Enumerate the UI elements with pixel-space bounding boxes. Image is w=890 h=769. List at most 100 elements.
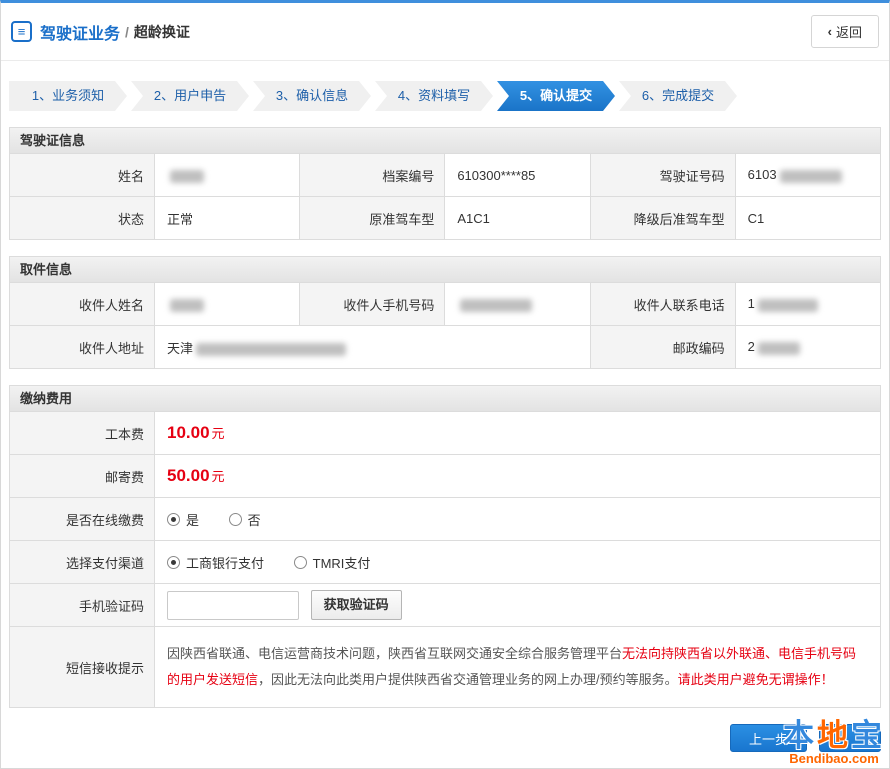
payment-channel-icbc-radio[interactable]: 工商银行支付: [167, 553, 264, 572]
page-title-primary: 驾驶证业务: [40, 20, 120, 44]
step-1-notice[interactable]: 1、业务须知: [9, 81, 127, 111]
redacted-recipient-name: [170, 299, 204, 312]
step-5-confirm-submit[interactable]: 5、确认提交: [497, 81, 615, 111]
notice-segment: ，因此无法向此类用户提供陕西省交通管理业务的网上办理/预约等服务。: [258, 672, 678, 687]
sms-notice-label: 短信接收提示: [10, 627, 155, 708]
payment-channel-icbc-label: 工商银行支付: [186, 553, 264, 572]
redacted-recipient-address: [196, 343, 346, 356]
back-button-label: 返回: [836, 22, 862, 41]
table-row: 状态 正常 原准驾车型 A1C1 降级后准驾车型 C1: [10, 197, 881, 240]
step-4-fill-data[interactable]: 4、资料填写: [375, 81, 493, 111]
table-row: 收件人地址 天津 邮政编码 2: [10, 326, 881, 369]
back-button[interactable]: ‹ 返回: [811, 15, 879, 48]
recipient-tel-value: 1: [735, 283, 880, 326]
fees-section: 缴纳费用 工本费 10.00元 邮寄费 50.00元 是否在线缴费: [9, 385, 881, 708]
step-6-finish-submit[interactable]: 6、完成提交: [619, 81, 737, 111]
table-row: 姓名 档案编号 610300****85 驾驶证号码 6103: [10, 154, 881, 197]
online-payment-yes-label: 是: [186, 510, 199, 529]
page-title-secondary: 超龄换证: [134, 22, 190, 42]
payment-channel-tmri-label: TMRI支付: [313, 553, 371, 572]
status-value: 正常: [155, 197, 300, 240]
downgraded-vehicle-type-value: C1: [735, 197, 880, 240]
production-fee-amount: 10.00: [167, 423, 210, 442]
table-row: 是否在线缴费 是 否: [10, 498, 881, 541]
production-fee-label: 工本费: [10, 412, 155, 455]
production-fee-value: 10.00元: [155, 412, 881, 455]
status-label: 状态: [10, 197, 155, 240]
name-value: [155, 154, 300, 197]
pickup-info-table: 收件人姓名 收件人手机号码 收件人联系电话 1 收件人地址 天津 邮政编码 2: [9, 282, 881, 369]
watermark-domain: Bendibao.com: [783, 751, 885, 766]
payment-channel-options: 工商银行支付 TMRI支付: [155, 541, 881, 584]
radio-checked-icon: [167, 513, 180, 526]
step-wizard: 1、业务须知 2、用户申告 3、确认信息 4、资料填写 5、确认提交 6、完成提…: [9, 81, 881, 111]
redacted-recipient-mobile: [460, 299, 532, 312]
pickup-section-title: 取件信息: [9, 256, 881, 282]
mailing-fee-unit: 元: [212, 469, 225, 484]
production-fee-unit: 元: [212, 426, 225, 441]
downgraded-vehicle-type-label: 降级后准驾车型: [590, 197, 735, 240]
table-row: 选择支付渠道 工商银行支付 TMRI支付: [10, 541, 881, 584]
table-row: 工本费 10.00元: [10, 412, 881, 455]
radio-unchecked-icon: [294, 556, 307, 569]
verification-code-label: 手机验证码: [10, 584, 155, 627]
radio-unchecked-icon: [229, 513, 242, 526]
notice-segment: 因陕西省联通、电信运营商技术问题，陕西省互联网交通安全综合服务管理平台: [167, 646, 622, 661]
table-row: 短信接收提示 因陕西省联通、电信运营商技术问题，陕西省互联网交通安全综合服务管理…: [10, 627, 881, 708]
online-payment-no-radio[interactable]: 否: [229, 510, 261, 529]
license-info-section: 驾驶证信息 姓名 档案编号 610300****85 驾驶证号码 6103 状态…: [9, 127, 881, 240]
form-icon: ≡: [11, 21, 32, 42]
verification-code-input[interactable]: [167, 591, 299, 620]
payment-channel-label: 选择支付渠道: [10, 541, 155, 584]
payment-channel-tmri-radio[interactable]: TMRI支付: [294, 553, 371, 572]
license-info-table: 姓名 档案编号 610300****85 驾驶证号码 6103 状态 正常 原准…: [9, 153, 881, 240]
recipient-name-label: 收件人姓名: [10, 283, 155, 326]
recipient-mobile-value: [445, 283, 590, 326]
name-label: 姓名: [10, 154, 155, 197]
previous-step-button[interactable]: 上一步: [730, 724, 807, 752]
recipient-name-value: [155, 283, 300, 326]
radio-checked-icon: [167, 556, 180, 569]
redacted-postal-code: [758, 342, 800, 355]
title-separator: /: [125, 24, 129, 40]
online-payment-options: 是 否: [155, 498, 881, 541]
verification-code-cell: 获取验证码: [155, 584, 881, 627]
license-number-value: 6103: [735, 154, 880, 197]
sms-notice-text: 因陕西省联通、电信运营商技术问题，陕西省互联网交通安全综合服务管理平台无法向持陕…: [155, 627, 881, 708]
recipient-mobile-label: 收件人手机号码: [300, 283, 445, 326]
mailing-fee-value: 50.00元: [155, 455, 881, 498]
notice-segment-red: 请此类用户避免无谓操作！: [678, 672, 834, 687]
mailing-fee-label: 邮寄费: [10, 455, 155, 498]
postal-code-value: 2: [735, 326, 880, 369]
mailing-fee-amount: 50.00: [167, 466, 210, 485]
recipient-tel-label: 收件人联系电话: [590, 283, 735, 326]
recipient-address-value: 天津: [155, 326, 591, 369]
pickup-info-section: 取件信息 收件人姓名 收件人手机号码 收件人联系电话 1 收件人地址 天津 邮政…: [9, 256, 881, 369]
online-payment-label: 是否在线缴费: [10, 498, 155, 541]
online-payment-no-label: 否: [248, 510, 261, 529]
page: ≡ 驾驶证业务 / 超龄换证 ‹ 返回 1、业务须知 2、用户申告 3、确认信息…: [0, 0, 890, 769]
step-2-declaration[interactable]: 2、用户申告: [131, 81, 249, 111]
chevron-left-icon: ‹: [828, 24, 832, 39]
fees-section-title: 缴纳费用: [9, 385, 881, 411]
redacted-license-number: [780, 170, 842, 183]
file-number-label: 档案编号: [300, 154, 445, 197]
table-row: 邮寄费 50.00元: [10, 455, 881, 498]
original-vehicle-type-label: 原准驾车型: [300, 197, 445, 240]
file-number-value: 610300****85: [445, 154, 590, 197]
license-number-label: 驾驶证号码: [590, 154, 735, 197]
fees-table: 工本费 10.00元 邮寄费 50.00元 是否在线缴费 是: [9, 411, 881, 708]
redacted-recipient-tel: [758, 299, 818, 312]
titlebar: ≡ 驾驶证业务 / 超龄换证 ‹ 返回: [1, 3, 889, 61]
footer-actions: 上一步: [9, 724, 881, 752]
step-3-confirm-info[interactable]: 3、确认信息: [253, 81, 371, 111]
online-payment-yes-radio[interactable]: 是: [167, 510, 199, 529]
submit-button[interactable]: [819, 724, 881, 752]
get-verification-code-button[interactable]: 获取验证码: [311, 590, 402, 620]
original-vehicle-type-value: A1C1: [445, 197, 590, 240]
table-row: 手机验证码 获取验证码: [10, 584, 881, 627]
table-row: 收件人姓名 收件人手机号码 收件人联系电话 1: [10, 283, 881, 326]
postal-code-label: 邮政编码: [590, 326, 735, 369]
license-section-title: 驾驶证信息: [9, 127, 881, 153]
redacted-name: [170, 170, 204, 183]
